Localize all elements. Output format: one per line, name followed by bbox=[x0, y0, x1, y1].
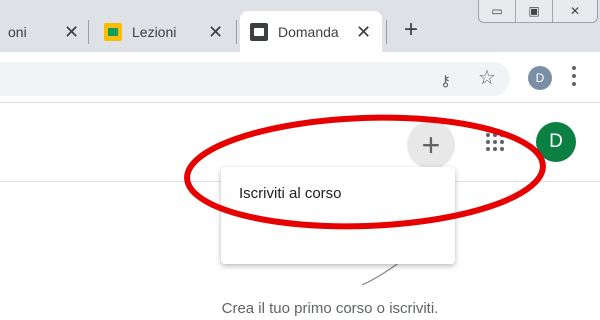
new-tab-icon[interactable]: + bbox=[404, 18, 418, 42]
tab-1[interactable]: Lezioni ✕ bbox=[96, 11, 232, 52]
tab-separator bbox=[88, 20, 89, 44]
tab-separator bbox=[236, 20, 237, 44]
bookmark-star-icon[interactable]: ☆ bbox=[478, 68, 496, 88]
tab-2-label: Domanda bbox=[278, 23, 339, 40]
window-controls: ▭ ▣ ✕ bbox=[478, 0, 598, 23]
browser-toolbar: ⚷ ☆ D bbox=[0, 52, 600, 103]
add-menu: Iscriviti al corso bbox=[221, 167, 455, 264]
minimize-icon[interactable]: ▭ bbox=[478, 0, 516, 23]
apps-grid-icon[interactable] bbox=[486, 133, 504, 151]
browser-profile-avatar[interactable]: D bbox=[528, 66, 552, 90]
more-vert-icon[interactable] bbox=[572, 66, 576, 86]
classroom-yellow-icon bbox=[104, 23, 122, 41]
close-window-icon[interactable]: ✕ bbox=[552, 0, 598, 23]
tab-1-close-icon[interactable]: ✕ bbox=[208, 23, 223, 41]
tab-strip: oni ✕ Lezioni ✕ Domanda ✕ + ▭ ▣ ✕ bbox=[0, 0, 600, 52]
maximize-icon[interactable]: ▣ bbox=[515, 0, 553, 23]
empty-state-text: Crea il tuo primo corso o iscriviti. bbox=[221, 300, 439, 317]
add-course-button[interactable]: + bbox=[407, 121, 455, 169]
tab-0-label: oni bbox=[8, 23, 27, 40]
tab-0-close-icon[interactable]: ✕ bbox=[64, 23, 79, 41]
classroom-dark-icon bbox=[250, 23, 268, 41]
key-icon[interactable]: ⚷ bbox=[440, 72, 451, 90]
address-bar[interactable]: ⚷ ☆ bbox=[0, 62, 510, 96]
tab-2[interactable]: Domanda ✕ bbox=[240, 11, 382, 52]
tab-1-label: Lezioni bbox=[132, 23, 177, 40]
tab-2-close-icon[interactable]: ✕ bbox=[356, 23, 371, 41]
account-avatar[interactable]: D bbox=[536, 122, 576, 162]
tab-0[interactable]: oni ✕ bbox=[0, 11, 88, 52]
join-course-menu-item[interactable]: Iscriviti al corso bbox=[239, 185, 342, 202]
tab-separator bbox=[386, 20, 387, 44]
